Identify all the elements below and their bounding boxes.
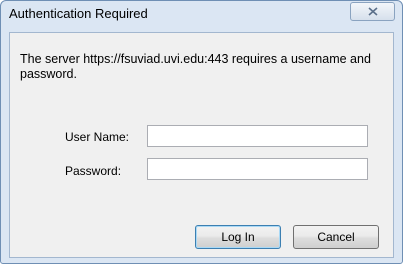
auth-message: The server https://fsuviad.uvi.edu:443 r… [20, 52, 371, 81]
username-field[interactable] [147, 125, 368, 147]
close-button[interactable] [350, 2, 395, 21]
dialog-title: Authentication Required [9, 6, 148, 21]
password-label: Password: [65, 164, 122, 178]
dialog-content: The server https://fsuviad.uvi.edu:443 r… [9, 32, 394, 258]
auth-dialog: Authentication Required The server https… [0, 0, 403, 264]
password-field[interactable] [147, 158, 368, 180]
title-bar[interactable]: Authentication Required [1, 1, 402, 31]
close-icon [367, 7, 378, 16]
login-button[interactable]: Log In [195, 225, 281, 249]
username-label: User Name: [65, 130, 130, 144]
cancel-button[interactable]: Cancel [293, 225, 379, 249]
